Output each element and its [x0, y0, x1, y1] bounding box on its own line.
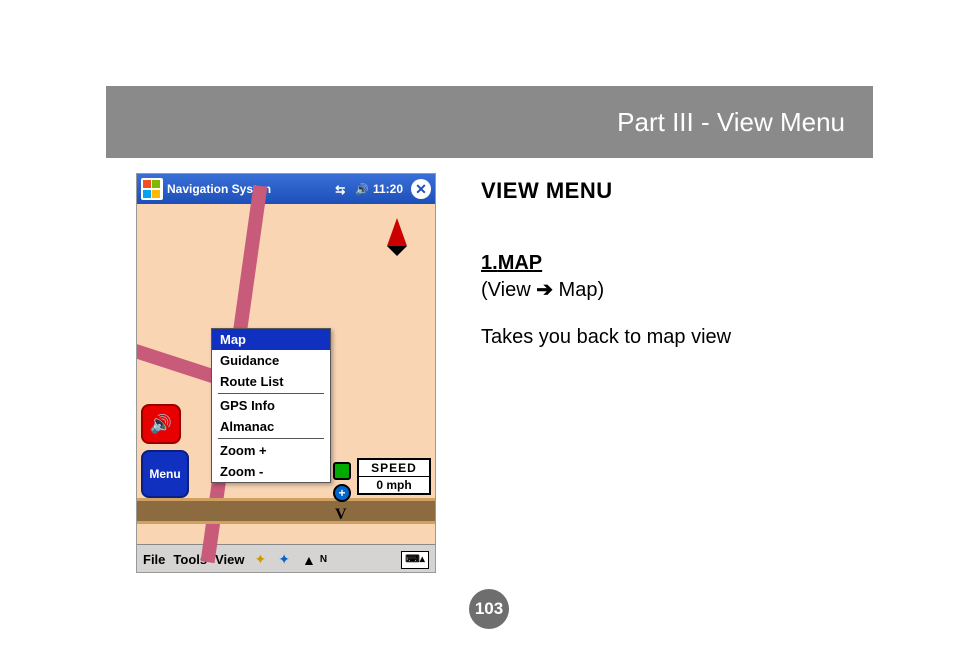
speed-indicator: SPEED 0 mph	[357, 458, 431, 495]
page-number-badge: 103	[469, 589, 509, 629]
satellite-icon: ✦	[255, 551, 267, 568]
route-icon: ✦	[278, 551, 290, 568]
volume-icon	[355, 182, 369, 196]
pda-screenshot: Navigation Systen 11:20 ✕ 🔊 Menu Map Gui…	[136, 173, 436, 573]
compass-icon: ▲	[302, 552, 316, 568]
description-text: Takes you back to map view	[481, 326, 861, 349]
menu-item-gps-info[interactable]: GPS Info	[212, 395, 330, 416]
menu-item-route-list[interactable]: Route List	[212, 371, 330, 392]
section-heading: VIEW MENU	[481, 178, 861, 204]
zoom-plus-icon[interactable]: +	[333, 484, 351, 502]
arrow-icon: ➔	[536, 279, 553, 301]
pda-menubar: File Tools View ✦ ✦ ▲ N ⌨▴	[137, 544, 435, 573]
subsection: 1.MAP (View ➔ Map)	[481, 252, 861, 302]
menu-item-guidance[interactable]: Guidance	[212, 350, 330, 371]
north-arrow-icon	[387, 218, 407, 246]
menu-path: (View ➔ Map)	[481, 277, 861, 302]
header-title: Part III - View Menu	[617, 107, 845, 138]
menu-item-map[interactable]: Map	[212, 329, 330, 350]
map-road	[136, 498, 436, 524]
view-popup-menu: Map Guidance Route List GPS Info Almanac…	[211, 328, 331, 483]
menu-file[interactable]: File	[143, 552, 165, 567]
windows-logo-icon	[141, 178, 163, 200]
sync-icon	[335, 183, 351, 195]
map-canvas: 🔊 Menu Map Guidance Route List GPS Info …	[137, 204, 435, 544]
item-number: 1.	[481, 252, 498, 274]
item-name: MAP	[498, 252, 542, 274]
clock: 11:20	[373, 182, 403, 196]
mute-button[interactable]: 🔊	[141, 404, 181, 444]
content-column: VIEW MENU 1.MAP (View ➔ Map) Takes you b…	[481, 178, 861, 349]
compass-label: N	[320, 554, 327, 565]
pda-titlebar: Navigation Systen 11:20 ✕	[137, 174, 435, 204]
menu-separator	[218, 438, 324, 439]
menu-item-almanac[interactable]: Almanac	[212, 416, 330, 437]
keyboard-icon[interactable]: ⌨▴	[401, 551, 429, 569]
decorative-letter: V	[335, 506, 347, 524]
menu-item-zoom-out[interactable]: Zoom -	[212, 461, 330, 482]
speed-value: 0 mph	[359, 477, 429, 493]
close-icon[interactable]: ✕	[411, 179, 431, 199]
menu-button[interactable]: Menu	[141, 450, 189, 498]
header-bar: Part III - View Menu	[106, 86, 873, 158]
menu-item-zoom-in[interactable]: Zoom +	[212, 440, 330, 461]
menu-separator	[218, 393, 324, 394]
menu-view[interactable]: View	[215, 552, 244, 567]
gps-status-icon	[333, 462, 351, 480]
speed-label: SPEED	[359, 460, 429, 477]
